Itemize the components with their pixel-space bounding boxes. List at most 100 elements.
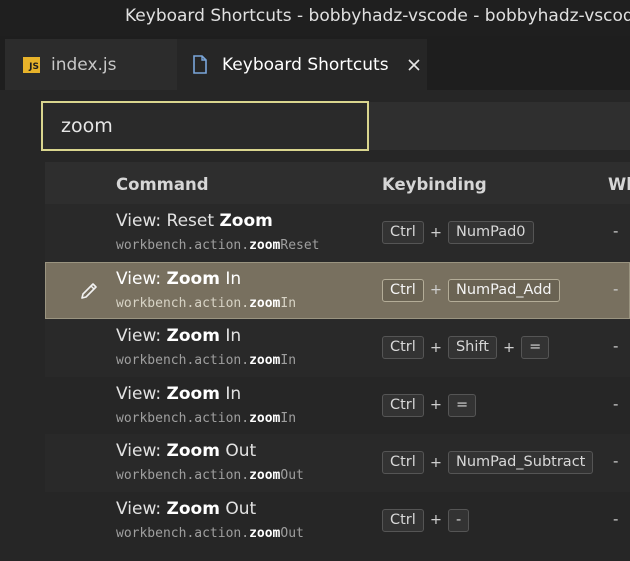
command-title-match: Zoom [166, 268, 220, 289]
command-title: View: Reset Zoom [116, 211, 273, 231]
when-clause: - [613, 337, 619, 355]
document-icon [192, 55, 212, 75]
column-header-keybinding[interactable]: Keybinding [382, 175, 487, 194]
command-title: View: Zoom In [116, 269, 241, 289]
command-title-match: Zoom [166, 441, 220, 461]
command-title-text: View: [116, 383, 167, 404]
keybinding[interactable]: Ctrl + NumPad_Subtract [382, 451, 594, 474]
keybindings-table: Command Keybinding Wh View: Reset Zoom wo… [45, 162, 630, 549]
when-clause: - [613, 509, 619, 528]
keybinding[interactable]: Ctrl + Shift + = [382, 336, 550, 359]
command-id: workbench.action.zoomIn [116, 353, 296, 368]
command-id: workbench.action.zoomOut [116, 526, 304, 541]
command-id-match: zoom [249, 295, 281, 311]
column-header-command[interactable]: Command [116, 175, 209, 194]
command-title-text: Out [219, 441, 257, 461]
search-input[interactable] [41, 101, 369, 151]
key-label: - [447, 508, 470, 532]
tab-keyboard-shortcuts[interactable]: Keyboard Shortcuts [177, 39, 427, 90]
when-clause: - [613, 452, 619, 470]
command-title-text: View: Reset [116, 211, 220, 231]
key-label: Ctrl [382, 336, 424, 359]
command-id-text: Out [280, 525, 304, 541]
command-title-match: Zoom [166, 326, 220, 346]
tab-bar: JS index.js Keyboard Shortcuts [0, 36, 630, 90]
command-title: View: Zoom Out [116, 499, 256, 519]
keybinding[interactable]: Ctrl + NumPad0 [382, 221, 534, 244]
plus-sign: + [429, 397, 442, 413]
command-id-text: workbench.action. [116, 295, 250, 311]
command-title: View: Zoom In [116, 326, 241, 346]
plus-sign: + [429, 224, 442, 241]
key-label: Ctrl [382, 451, 424, 474]
command-title: View: Zoom In [116, 384, 241, 404]
command-id: workbench.action.zoomIn [116, 411, 296, 426]
command-title-match: Zoom [219, 211, 273, 231]
table-row[interactable]: View: Zoom Out workbench.action.zoomOut Ct… [45, 434, 630, 492]
command-id-text: In [280, 295, 297, 311]
tab-label: Keyboard Shortcuts [222, 54, 389, 75]
command-title-match: Zoom [166, 498, 220, 519]
key-label: Shift [447, 336, 497, 359]
js-file-icon: JS [23, 56, 40, 73]
plus-sign: + [429, 339, 442, 356]
command-title-text: View: [116, 498, 167, 519]
tab-label: index.js [51, 54, 117, 75]
window-title: Keyboard Shortcuts - bobbyhadz-vscode - … [125, 6, 630, 26]
table-row[interactable]: View: Zoom In workbench.action.zoomIn Ctrl… [45, 377, 630, 435]
table-row[interactable]: View: Zoom In workbench.action.zoomIn Ctrl… [45, 261, 630, 319]
keybinding[interactable]: Ctrl + = [382, 393, 477, 417]
command-title: View: Zoom Out [116, 441, 256, 461]
table-header: Command Keybinding Wh [45, 162, 630, 204]
plus-sign: + [429, 512, 442, 528]
plus-sign: + [429, 282, 442, 298]
title-bar: Keyboard Shortcuts - bobbyhadz-vscode - … [0, 0, 630, 36]
key-label: = [521, 336, 550, 359]
command-id: workbench.action.zoomReset [116, 238, 320, 253]
key-label: Ctrl [382, 278, 424, 302]
command-title-text: View: [116, 441, 167, 461]
keybinding[interactable]: Ctrl + - [382, 508, 470, 532]
close-icon[interactable] [407, 57, 423, 73]
command-id-match: zoom [249, 525, 281, 541]
command-id-match: zoom [249, 238, 281, 253]
command-id: workbench.action.zoomOut [116, 468, 304, 483]
command-id-text: workbench.action. [116, 353, 250, 368]
key-label: NumPad_Add [447, 278, 560, 302]
key-label: = [447, 393, 477, 417]
table-overflow [45, 552, 630, 561]
keybinding[interactable]: Ctrl + NumPad_Add [382, 278, 560, 302]
key-label: NumPad0 [447, 221, 534, 244]
table-row[interactable]: View: Zoom Out workbench.action.zoomOut Ct… [45, 492, 630, 550]
command-title-text: In [219, 326, 242, 346]
command-id-text: workbench.action. [116, 410, 250, 426]
table-row[interactable]: View: Zoom In workbench.action.zoomIn Ctrl… [45, 319, 630, 377]
command-title-text: In [219, 268, 242, 289]
column-header-when[interactable]: Wh [608, 175, 630, 194]
command-id-text: workbench.action. [116, 525, 250, 541]
search-toolbar-area [369, 102, 630, 150]
command-id-match: zoom [249, 410, 281, 426]
command-title-text: In [219, 383, 242, 404]
command-title-text: Out [219, 498, 257, 519]
command-id-text: In [280, 353, 297, 368]
command-id: workbench.action.zoomIn [116, 296, 296, 311]
command-id-text: In [280, 410, 297, 426]
tab-index-js[interactable]: JS index.js [5, 39, 177, 90]
command-title-match: Zoom [166, 383, 220, 404]
pencil-icon[interactable] [78, 280, 100, 302]
plus-sign: + [502, 339, 516, 356]
command-title-text: View: [116, 326, 167, 346]
command-id-text: Reset [280, 238, 320, 253]
key-label: NumPad_Subtract [447, 451, 594, 474]
key-label: Ctrl [382, 393, 424, 417]
command-id-match: zoom [249, 353, 281, 368]
table-row[interactable]: View: Reset Zoom workbench.action.zoomRes… [45, 204, 630, 262]
key-label: Ctrl [382, 221, 424, 244]
when-clause: - [613, 394, 619, 413]
plus-sign: + [429, 454, 442, 471]
command-id-text: workbench.action. [116, 468, 250, 483]
key-label: Ctrl [382, 508, 424, 532]
command-id-text: Out [280, 468, 304, 483]
command-id-text: workbench.action. [116, 238, 250, 253]
